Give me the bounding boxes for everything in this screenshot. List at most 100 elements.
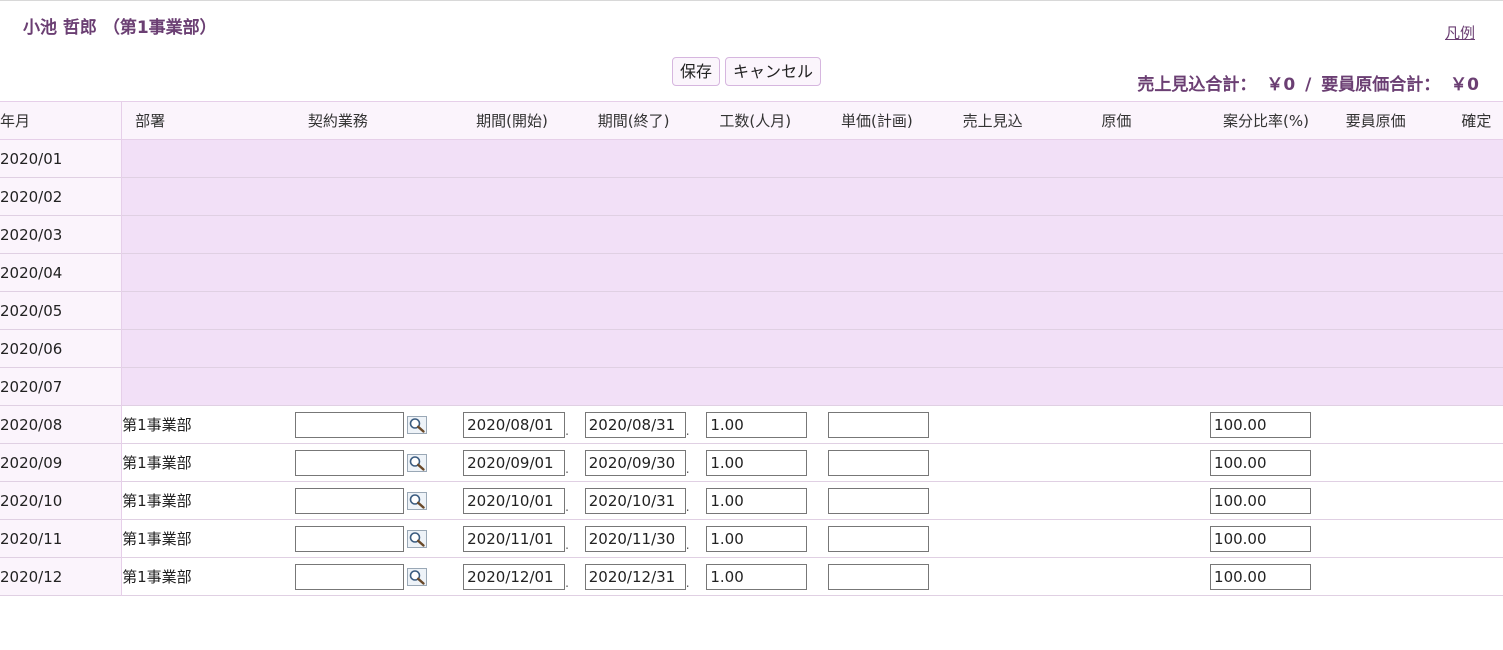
effort-input[interactable]: [706, 563, 808, 590]
effort-cell: [706, 444, 828, 482]
field-separator: .: [685, 499, 690, 514]
table-row-disabled: 2020/04: [0, 253, 1503, 292]
table-row-disabled: 2020/07: [0, 367, 1503, 406]
allocation-ratio-cell: [1210, 482, 1333, 520]
unit-price-input[interactable]: [827, 411, 929, 438]
confirmed-cell: [1461, 482, 1503, 520]
allocation-ratio-input[interactable]: [1210, 563, 1312, 590]
sales-forecast-cell: [950, 482, 1089, 520]
legend-link[interactable]: 凡例: [1445, 22, 1475, 43]
department-cell: 第1事業部: [122, 568, 192, 586]
col-confirmed: 確定: [1461, 101, 1503, 140]
table-row-disabled: 2020/03: [0, 215, 1503, 254]
period-start-input[interactable]: [463, 487, 566, 514]
field-separator: .: [685, 461, 690, 476]
disabled-cell: [121, 253, 1503, 292]
allocation-ratio-input[interactable]: [1210, 411, 1312, 438]
period-end-cell: .: [584, 406, 707, 444]
staff-cost-cell: [1333, 558, 1462, 596]
period-end-input[interactable]: [584, 411, 686, 438]
col-period-start: 期間(開始): [463, 101, 585, 140]
save-button[interactable]: 保存: [672, 57, 721, 86]
period-end-input[interactable]: [584, 449, 686, 476]
effort-input[interactable]: [706, 449, 808, 476]
contract-cell: [294, 406, 463, 444]
unit-price-cell: [827, 520, 950, 558]
allocation-ratio-cell: [1210, 406, 1333, 444]
unit-price-input[interactable]: [827, 525, 929, 552]
staff-cost-cell: [1333, 444, 1462, 482]
contract-input[interactable]: [294, 487, 404, 514]
table-row-disabled: 2020/05: [0, 291, 1503, 330]
year-month-cell: 2020/07: [0, 367, 123, 406]
sales-forecast-cell: [950, 520, 1089, 558]
magnifier-icon[interactable]: [406, 453, 427, 472]
unit-price-input[interactable]: [827, 563, 929, 590]
field-separator: .: [685, 575, 690, 590]
year-month-cell: 2020/10: [0, 481, 123, 520]
table-row: 2020/10第1事業部 ..: [0, 481, 1503, 520]
col-year-month: 年月: [0, 101, 123, 140]
period-start-input[interactable]: [463, 525, 566, 552]
magnifier-icon[interactable]: [406, 415, 427, 434]
year-month-cell: 2020/04: [0, 253, 123, 292]
disabled-cell: [121, 329, 1503, 368]
table-row: 2020/09第1事業部 ..: [0, 443, 1503, 482]
sales-forecast-cell: [950, 558, 1089, 596]
contract-cell: [294, 444, 463, 482]
field-separator: .: [565, 461, 569, 476]
table-header-row: 年月 部署 契約業務 期間(開始) 期間(終了) 工数(人月) 単価(計画) 売上見込 原価 案分…: [0, 101, 1503, 140]
allocation-ratio-input[interactable]: [1210, 487, 1312, 514]
allocation-table: 年月 部署 契約業務 期間(開始) 期間(終了) 工数(人月) 単価(計画) 売上見込 原価 案分…: [0, 101, 1503, 596]
contract-input[interactable]: [294, 563, 404, 590]
contract-input[interactable]: [294, 411, 404, 438]
magnifier-icon[interactable]: [406, 567, 427, 586]
cost-cell: [1088, 444, 1210, 482]
field-separator: .: [565, 499, 569, 514]
period-end-input[interactable]: [584, 487, 686, 514]
allocation-ratio-input[interactable]: [1210, 449, 1312, 476]
effort-cell: [706, 406, 828, 444]
period-end-cell: .: [584, 558, 707, 596]
contract-search-group: [294, 449, 427, 476]
year-month-cell: 2020/12: [0, 557, 123, 596]
sales-forecast-cell: [950, 444, 1089, 482]
totals-separator: /: [1305, 75, 1312, 95]
confirmed-cell: [1461, 558, 1503, 596]
effort-input[interactable]: [706, 525, 808, 552]
year-month-cell: 2020/01: [0, 139, 123, 178]
staff-cost-cell: [1333, 406, 1462, 444]
magnifier-icon[interactable]: [406, 529, 427, 548]
page-title: 小池 哲郎 （第1事業部）: [23, 18, 217, 38]
period-end-input[interactable]: [584, 563, 686, 590]
table-row-disabled: 2020/01: [0, 139, 1503, 178]
period-start-input[interactable]: [463, 563, 566, 590]
unit-price-cell: [827, 406, 950, 444]
confirmed-cell: [1461, 406, 1503, 444]
contract-input[interactable]: [294, 525, 404, 552]
unit-price-input[interactable]: [827, 487, 929, 514]
year-month-cell: 2020/09: [0, 443, 123, 482]
effort-input[interactable]: [706, 487, 808, 514]
effort-cell: [706, 482, 828, 520]
contract-input[interactable]: [294, 449, 404, 476]
effort-cell: [706, 520, 828, 558]
unit-price-cell: [827, 558, 950, 596]
col-allocation-ratio: 案分比率(%): [1210, 101, 1333, 140]
magnifier-icon[interactable]: [406, 491, 427, 510]
effort-input[interactable]: [706, 411, 808, 438]
sales-total-value: ￥0: [1266, 75, 1296, 95]
allocation-ratio-input[interactable]: [1210, 525, 1312, 552]
col-cost: 原価: [1088, 101, 1211, 140]
period-start-input[interactable]: [463, 411, 566, 438]
unit-price-input[interactable]: [827, 449, 929, 476]
effort-cell: [706, 558, 828, 596]
period-start-input[interactable]: [463, 449, 566, 476]
cost-cell: [1088, 520, 1210, 558]
cancel-button[interactable]: キャンセル: [725, 57, 822, 86]
period-end-input[interactable]: [584, 525, 686, 552]
disabled-cell: [121, 291, 1503, 330]
allocation-ratio-cell: [1210, 558, 1333, 596]
contract-search-group: [294, 411, 427, 438]
year-month-cell: 2020/06: [0, 329, 123, 368]
